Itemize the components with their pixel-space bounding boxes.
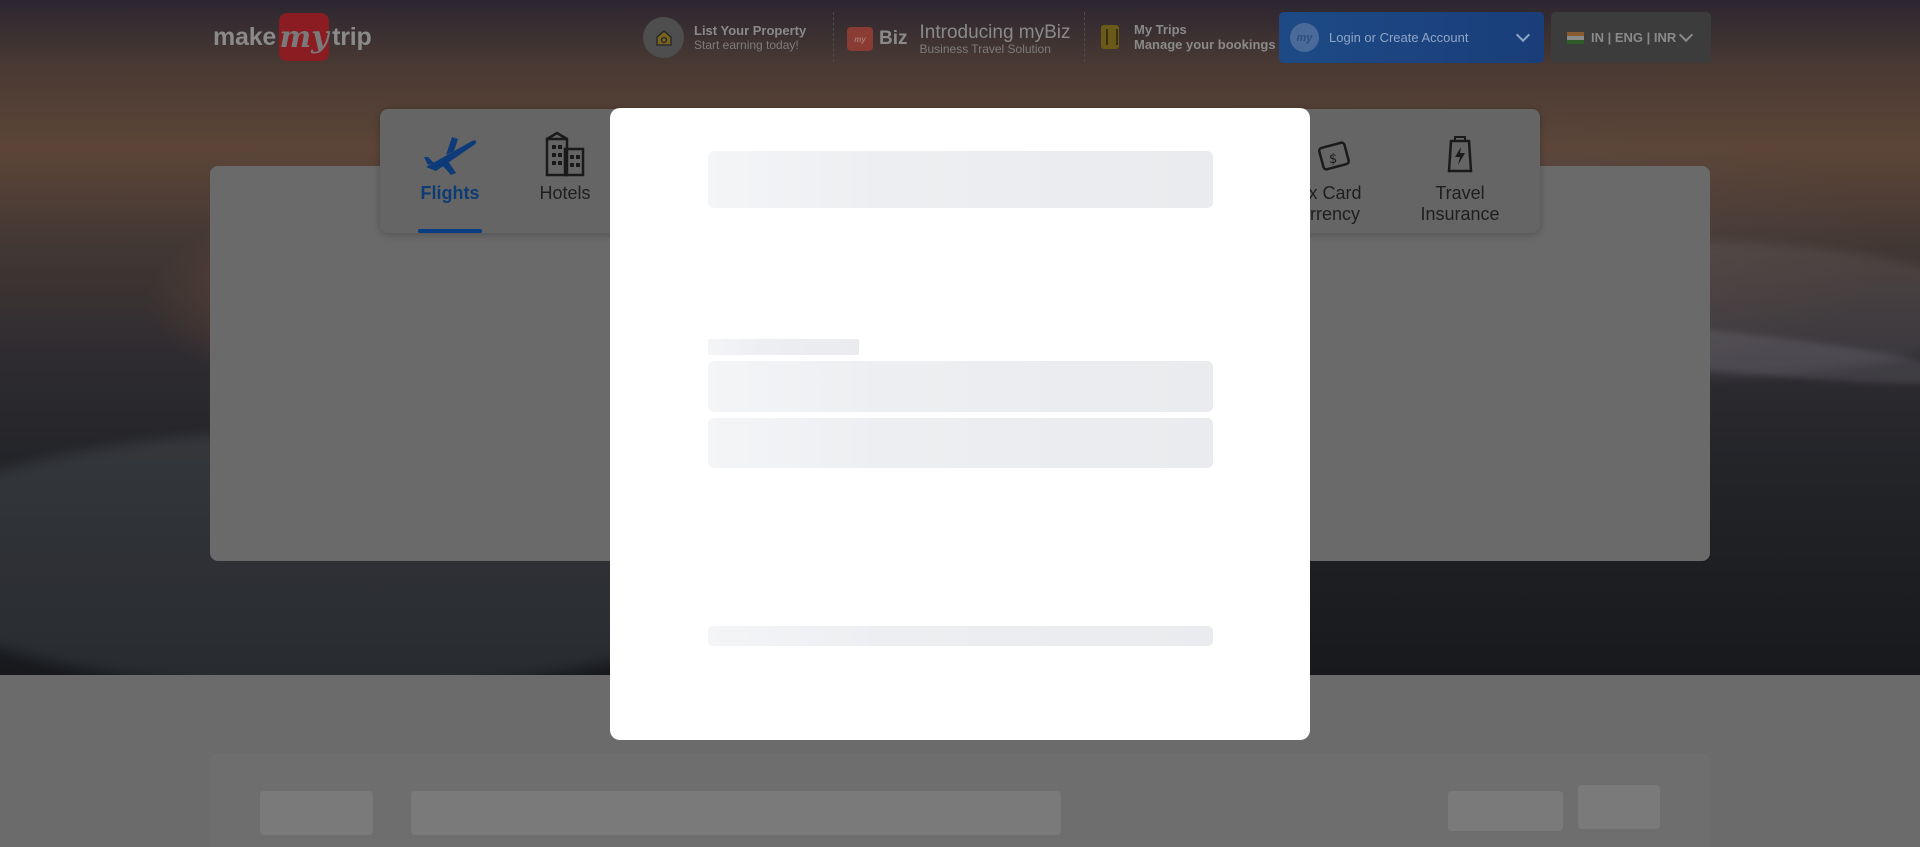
skeleton-header-bar (708, 151, 1213, 208)
login-modal-loading (610, 108, 1310, 740)
skeleton-input (708, 418, 1213, 468)
skeleton-label (708, 339, 859, 355)
skeleton-input (708, 361, 1213, 412)
skeleton-footer-bar (708, 626, 1213, 646)
